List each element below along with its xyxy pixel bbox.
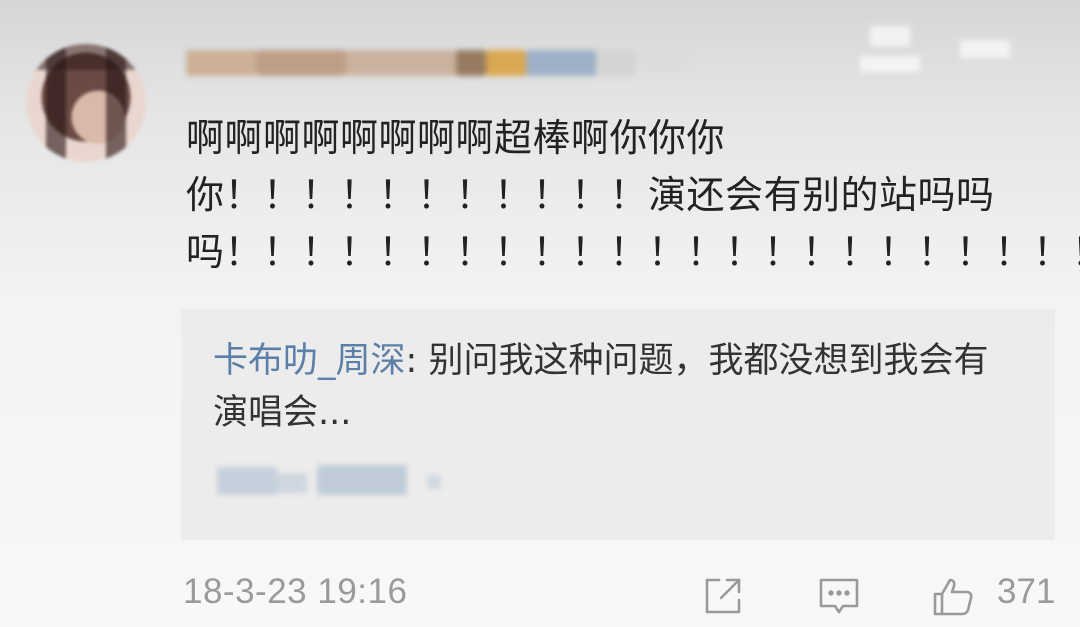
comment-icon[interactable] — [817, 574, 861, 618]
comment-line: 吗！！！！！！！！！！！！！！！！！！！！！！！ — [186, 230, 1080, 274]
thumbs-up-icon[interactable] — [931, 574, 975, 618]
reply-text-block: 卡布叻_周深: 别问我这种问题，我都没想到我会有演唱会... — [213, 335, 1023, 439]
timestamp: 18-3-23 19:16 — [183, 572, 408, 611]
comment-line: 你！！！！！！！！！！！演还会有别的站吗吗 — [186, 173, 995, 217]
comment-text: 啊啊啊啊啊啊啊啊超棒啊你你你 你！！！！！！！！！！！演还会有别的站吗吗 吗！！… — [186, 110, 1080, 281]
reply-username[interactable]: 卡布叻_周深 — [213, 341, 406, 381]
username-pixelated[interactable] — [186, 42, 726, 84]
reply-separator: : — [405, 341, 429, 381]
reply-meta-pixelated — [217, 459, 447, 501]
like-count: 371 — [997, 572, 1056, 611]
share-icon[interactable] — [701, 574, 745, 618]
comment-line: 啊啊啊啊啊啊啊啊超棒啊你你你 — [186, 116, 726, 160]
pixelated-meta — [850, 26, 1020, 80]
reply-box[interactable]: 卡布叻_周深: 别问我这种问题，我都没想到我会有演唱会... — [181, 309, 1055, 540]
avatar[interactable] — [26, 44, 146, 162]
comment-footer: 18-3-23 19:16 371 — [183, 572, 1063, 620]
